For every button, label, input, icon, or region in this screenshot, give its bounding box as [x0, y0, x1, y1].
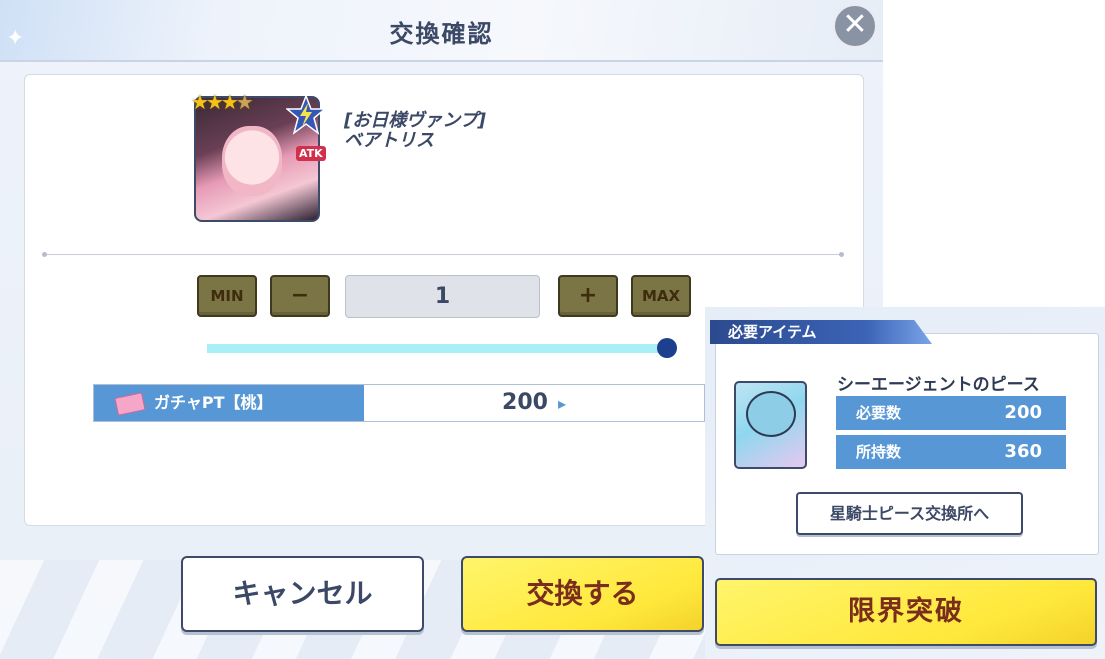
cost-value: 200 ▸	[364, 385, 704, 422]
needed-label: 必要数	[856, 404, 902, 422]
slider-handle[interactable]	[657, 338, 677, 358]
cost-amount: 200	[502, 390, 548, 415]
item-name-line: ベアトリス	[344, 130, 434, 151]
cost-label-text: ガチャPT【桃】	[154, 393, 273, 412]
lightning-icon	[286, 95, 326, 135]
close-icon[interactable]: ✕	[832, 3, 878, 49]
max-button[interactable]: MAX	[631, 275, 691, 317]
cost-label: ガチャPT【桃】	[94, 385, 364, 421]
cost-row: ガチャPT【桃】 200 ▸	[93, 384, 705, 422]
required-items-tab: 必要アイテム	[710, 320, 932, 344]
role-badge: ATK	[296, 146, 326, 161]
owned-value: 360	[1004, 441, 1042, 462]
needed-count-row: 必要数 200	[836, 396, 1066, 430]
divider	[42, 252, 844, 257]
minus-button[interactable]: −	[270, 275, 330, 317]
needed-value: 200	[1004, 402, 1042, 423]
piece-shop-button[interactable]: 星騎士ピース交換所へ	[796, 492, 1023, 535]
quantity-slider[interactable]	[207, 344, 667, 353]
piece-name: シーエージェントのピース	[837, 375, 1040, 395]
item-name: [お日様ヴァンプ] ベアトリス	[344, 111, 486, 151]
dialog-header: ✦ 交換確認 ✕	[0, 0, 883, 62]
piece-portrait	[746, 391, 796, 437]
owned-count-row: 所持数 360	[836, 435, 1066, 469]
limit-break-button[interactable]: 限界突破	[715, 578, 1097, 646]
ticket-icon	[114, 392, 146, 416]
quantity-input[interactable]: 1	[345, 275, 540, 318]
item-title-line: [お日様ヴァンプ]	[344, 110, 486, 131]
piece-icon[interactable]	[734, 381, 807, 469]
min-button[interactable]: MIN	[197, 275, 257, 317]
rarity-stars: ★★★★	[191, 90, 254, 114]
owned-label: 所持数	[856, 443, 902, 461]
arrow-right-icon: ▸	[557, 394, 566, 413]
cancel-button[interactable]: キャンセル	[181, 556, 424, 632]
character-portrait	[222, 126, 282, 196]
exchange-button[interactable]: 交換する	[461, 556, 704, 632]
dialog-title: 交換確認	[389, 20, 494, 48]
plus-button[interactable]: +	[558, 275, 618, 317]
